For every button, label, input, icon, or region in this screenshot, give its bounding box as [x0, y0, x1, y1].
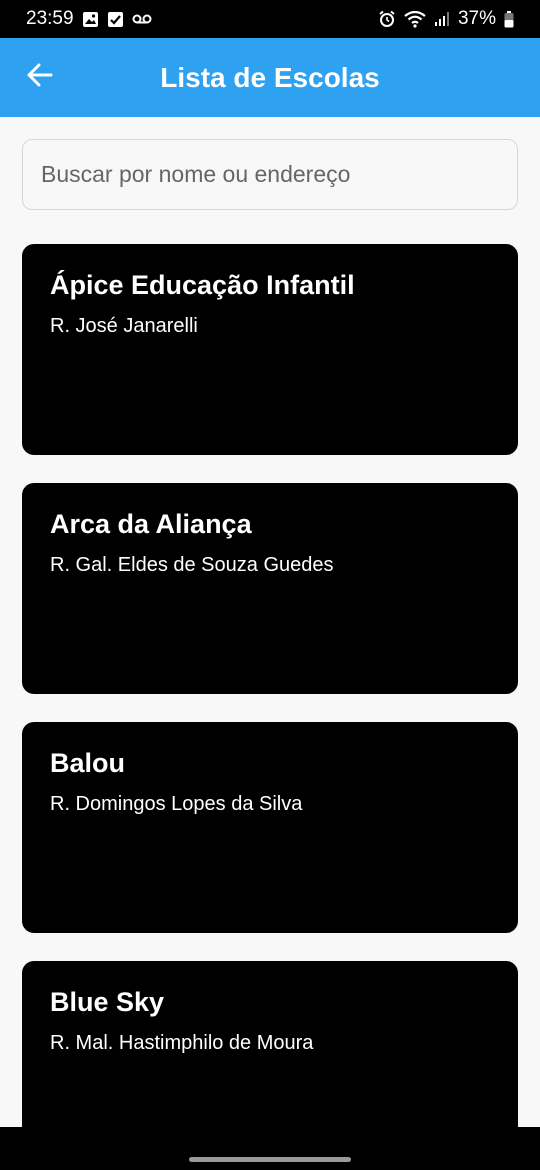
school-name: Balou: [50, 748, 126, 778]
wifi-icon: [404, 10, 426, 28]
navigation-bar: [0, 1127, 540, 1170]
search-input[interactable]: [22, 139, 518, 210]
school-address: R. Gal. Eldes de Souza Guedes: [50, 554, 334, 576]
alarm-icon: [378, 10, 396, 28]
status-time: 23:59: [26, 8, 74, 29]
image-icon: [82, 11, 99, 28]
school-name: Blue Sky: [50, 987, 165, 1017]
status-bar-right: 37%: [378, 8, 514, 30]
school-card[interactable]: Balou R. Domingos Lopes da Silva: [22, 722, 518, 933]
school-card[interactable]: Ápice Educação Infantil R. José Janarell…: [22, 244, 518, 455]
school-card[interactable]: Blue Sky R. Mal. Hastimphilo de Moura: [22, 961, 518, 1127]
home-indicator[interactable]: [189, 1157, 351, 1162]
check-box-icon: [107, 11, 124, 28]
school-card[interactable]: Arca da Aliança R. Gal. Eldes de Souza G…: [22, 483, 518, 694]
back-button[interactable]: [18, 56, 62, 100]
battery-percent: 37%: [457, 8, 496, 29]
status-bar: 23:59 37%: [0, 0, 540, 38]
school-address: R. José Janarelli: [50, 315, 198, 337]
school-address: R. Mal. Hastimphilo de Moura: [50, 1032, 314, 1054]
page-title: Lista de Escolas: [160, 61, 380, 93]
school-list-screen: Ápice Educação Infantil R. José Janarell…: [0, 117, 540, 1127]
school-name: Ápice Educação Infantil: [50, 270, 355, 300]
arrow-back-icon: [27, 63, 53, 92]
voicemail-icon: [132, 13, 152, 25]
signal-icon: [434, 11, 450, 27]
school-address: R. Domingos Lopes da Silva: [50, 793, 303, 815]
status-bar-left: 23:59: [26, 8, 152, 30]
app-bar: Lista de Escolas: [0, 38, 540, 117]
school-name: Arca da Aliança: [50, 509, 252, 539]
battery-icon: [504, 10, 514, 28]
